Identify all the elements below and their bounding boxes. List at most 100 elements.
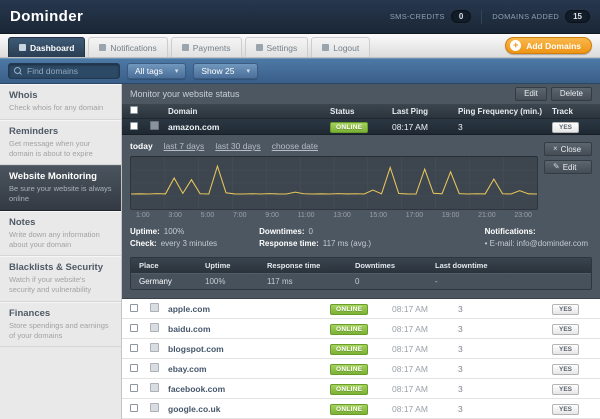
track-badge[interactable]: YES [552,303,580,315]
detail-edit-button-label: Edit [562,162,577,172]
sidebar-item-title: Finances [9,307,51,319]
status-badge: ONLINE [330,383,369,395]
tags-filter-dropdown[interactable]: All tags ▾ [127,63,187,79]
x-tick-label: 3:00 [168,212,182,220]
response-time-cell: 117 ms [267,277,293,287]
table-row[interactable]: ebay.com ONLINE 08:17 AM 3 YES [122,359,600,380]
range-tab-choose-date[interactable]: choose date [272,141,318,151]
range-tab-today[interactable]: today [130,141,153,151]
sidebar-item-blacklists-security[interactable]: Blacklists & Security Watch if your webs… [0,256,121,302]
place-table-row: Germany 100% 117 ms 0 - [131,273,591,290]
last-downtime-cell: - [435,277,438,287]
sidebar-item-title: Blacklists & Security [9,262,103,274]
chevron-down-icon: ▾ [246,67,250,75]
x-tick-label: 11:00 [297,212,315,220]
row-checkbox[interactable] [130,343,138,352]
tab-settings-label: Settings [266,42,298,53]
domain-name[interactable]: google.co.uk [168,404,330,414]
status-badge: ONLINE [330,303,369,315]
track-badge[interactable]: YES [552,363,580,375]
check-label: Check: [130,239,157,249]
sms-credits-badge: 0 [450,10,472,23]
monitoring-panel: Monitor your website status Edit Delete … [122,84,600,419]
row-checkbox[interactable] [130,323,138,332]
ping-frequency-value: 3 [458,121,463,132]
downtimes-cell: 0 [355,277,360,287]
sidebar-item-desc: Watch if your website's security and vul… [9,275,92,294]
detail-edit-button[interactable]: ✎ Edit [544,160,592,175]
table-row[interactable]: google.co.uk ONLINE 08:17 AM 3 YES [122,399,600,419]
track-badge[interactable]: YES [552,323,580,335]
table-row[interactable]: facebook.com ONLINE 08:17 AM 3 YES [122,379,600,400]
domain-name[interactable]: amazon.com [168,122,330,132]
track-badge[interactable]: YES [552,121,580,133]
select-all-checkbox[interactable] [130,106,138,115]
sidebar-item-title: Website Monitoring [9,171,97,183]
domain-search[interactable] [8,63,120,79]
domain-icon [150,323,159,333]
row-checkbox[interactable] [130,363,138,372]
track-badge[interactable]: YES [552,343,580,355]
col-track: Track [552,106,573,116]
sidebar-item-notes[interactable]: Notes Write down any information about y… [0,210,121,257]
tab-notifications[interactable]: Notifications [88,37,168,57]
table-row[interactable]: apple.com ONLINE 08:17 AM 3 YES [122,299,600,320]
range-tab-last-30-days[interactable]: last 30 days [215,141,260,151]
sidebar-item-desc: Be sure your website is always online [9,184,112,203]
sidebar-item-reminders[interactable]: Reminders Get message when your domain i… [0,119,121,166]
downtimes-value: 0 [308,227,313,237]
settings-icon [255,44,263,51]
show-count-dropdown[interactable]: Show 25 ▾ [193,63,258,79]
domain-name[interactable]: apple.com [168,304,330,314]
search-input[interactable] [27,66,114,76]
close-button[interactable]: × Close [544,142,592,157]
track-badge[interactable]: YES [552,403,580,415]
sidebar: Whois Check whois for any domain Reminde… [0,84,122,419]
add-domains-label: Add Domains [526,40,581,51]
divider [481,9,483,24]
detail-actions: × Close ✎ Edit [544,141,592,219]
table-row[interactable]: blogspot.com ONLINE 08:17 AM 3 YES [122,339,600,360]
content-area: Whois Check whois for any domain Reminde… [0,84,600,419]
last-ping-value: 08:17 AM [392,383,428,394]
uptime-label: Uptime: [130,227,160,237]
row-checkbox[interactable] [130,383,138,392]
uptime-cell: 100% [205,277,226,287]
domain-name[interactable]: ebay.com [168,364,330,374]
chart-grid [131,157,537,210]
tab-payments[interactable]: Payments [170,37,242,57]
chart-x-labels: 1:00 3:00 5:00 7:00 9:00 11:00 13:00 15:00 17:00… [130,210,538,219]
x-tick-label: 1:00 [136,212,150,220]
row-checkbox[interactable] [130,121,138,130]
edit-button[interactable]: Edit [515,86,547,101]
ping-frequency-value: 3 [458,323,463,334]
tab-logout[interactable]: Logout [311,37,371,57]
x-tick-label: 19:00 [441,212,460,220]
sidebar-item-whois[interactable]: Whois Check whois for any domain [0,84,121,120]
row-checkbox[interactable] [130,303,138,312]
track-badge[interactable]: YES [552,383,580,395]
plus-icon: + [510,40,522,51]
row-checkbox[interactable] [130,403,138,412]
ping-frequency-value: 3 [458,303,463,314]
domain-name[interactable]: baidu.com [168,324,330,334]
domain-name[interactable]: blogspot.com [168,344,330,354]
sidebar-item-title: Whois [9,90,38,101]
sidebar-item-finances[interactable]: Finances Store spendings and earnings of… [0,301,121,348]
close-icon: × [553,144,558,154]
add-domains-button[interactable]: + Add Domains [505,37,592,54]
table-row-selected[interactable]: amazon.com ONLINE 08:17 AM 3 YES [122,119,600,136]
search-icon [14,66,23,76]
range-tab-last-7-days[interactable]: last 7 days [164,141,205,151]
tab-settings[interactable]: Settings [244,37,309,57]
sidebar-item-website-monitoring[interactable]: Website Monitoring Be sure your website … [0,165,121,211]
col-last-downtime: Last downtime [435,261,488,271]
tab-dashboard[interactable]: Dashboard [8,37,86,57]
domain-icon [150,121,159,131]
table-header: Domain Status Last Ping Ping Frequency (… [122,103,600,120]
domain-name[interactable]: facebook.com [168,384,330,394]
delete-button[interactable]: Delete [550,86,592,101]
tab-logout-label: Logout [333,42,360,53]
x-tick-label: 13:00 [333,212,351,220]
table-row[interactable]: baidu.com ONLINE 08:17 AM 3 YES [122,319,600,340]
